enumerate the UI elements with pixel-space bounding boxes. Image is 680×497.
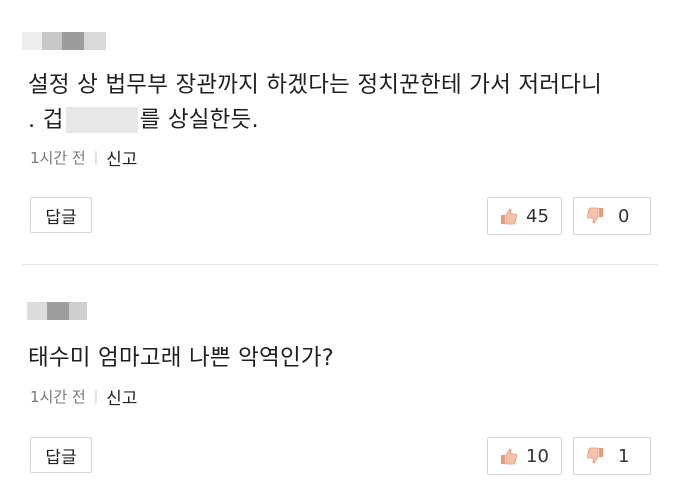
report-link[interactable]: 신고 (106, 384, 137, 409)
comment-time: 1시간 전 (30, 149, 86, 167)
censored-text-block (65, 107, 138, 133)
comment-meta: 1시간 전 | 신고 (30, 145, 137, 170)
meta-separator: | (93, 389, 99, 404)
upvote-button[interactable]: 45 (487, 197, 562, 235)
upvote-count: 45 (526, 205, 549, 227)
reply-button[interactable]: 답글 (30, 437, 92, 473)
comment-text-suffix: 를 상실한듯. (139, 107, 259, 133)
comment-2: 태수미 엄마고래 나쁜 악역인가? 1시간 전 | 신고 답글 10 1 (0, 266, 680, 497)
comment-text-prefix: . 겁 (28, 107, 64, 133)
comment-time: 1시간 전 (30, 388, 86, 406)
downvote-button[interactable]: 0 (573, 197, 651, 235)
reply-button[interactable]: 답글 (30, 197, 92, 233)
comment-text-line2: . 겁 를 상실한듯. (28, 102, 259, 138)
report-link[interactable]: 신고 (106, 145, 137, 170)
meta-separator: | (93, 150, 99, 165)
comment-divider (22, 264, 658, 265)
comment-1: 설정 상 법무부 장관까지 하겠다는 정치꾼한테 가서 저러다니 . 겁 를 상… (0, 0, 680, 262)
comment-meta: 1시간 전 | 신고 (30, 384, 137, 409)
comment-text-line1: 설정 상 법무부 장관까지 하겠다는 정치꾼한테 가서 저러다니 (28, 72, 602, 98)
downvote-count: 0 (618, 205, 630, 227)
thumbs-up-icon (501, 448, 518, 465)
downvote-button[interactable]: 1 (573, 437, 651, 475)
thumbs-down-icon (586, 207, 603, 224)
author-avatar-mosaic (27, 302, 87, 320)
thumbs-up-icon (501, 208, 518, 225)
thumbs-down-icon (586, 447, 603, 464)
downvote-count: 1 (618, 445, 630, 467)
upvote-count: 10 (526, 445, 549, 467)
author-avatar-mosaic (22, 32, 106, 50)
upvote-button[interactable]: 10 (487, 437, 562, 475)
comment-text-line1: 태수미 엄마고래 나쁜 악역인가? (28, 345, 334, 371)
